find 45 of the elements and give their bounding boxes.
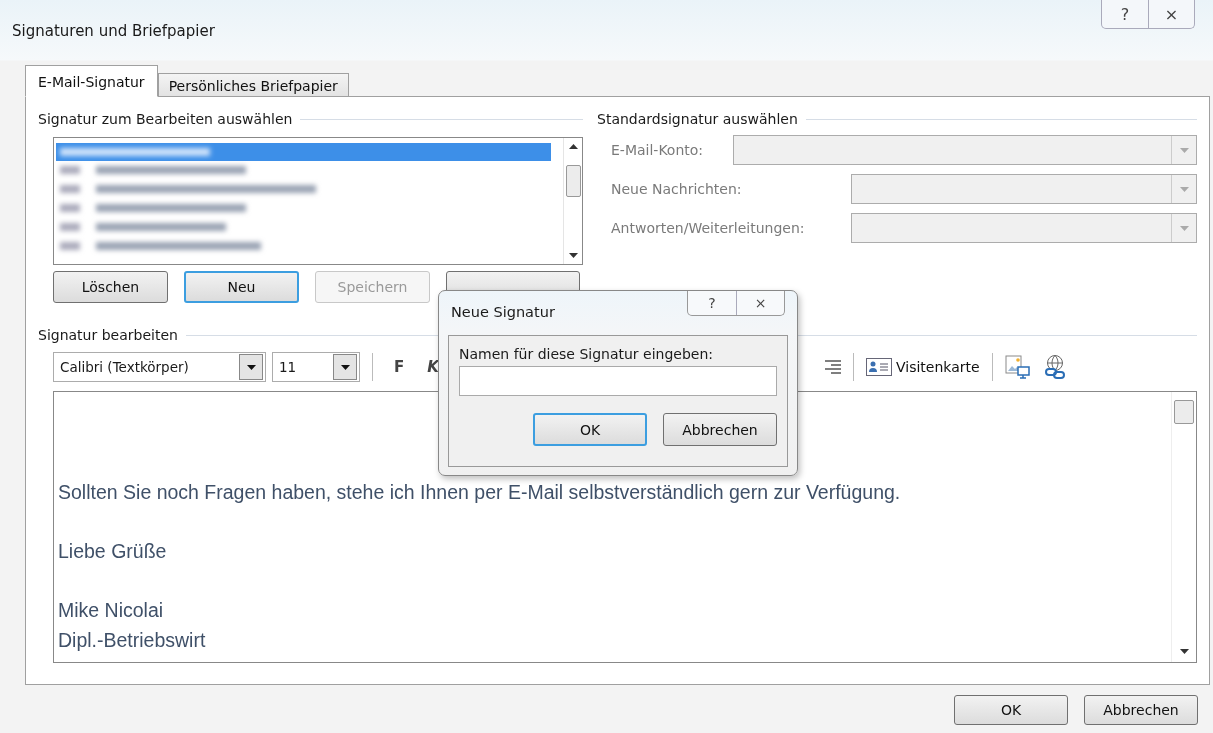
field-label: E-Mail-Konto:: [610, 142, 704, 158]
cancel-button[interactable]: Abbrechen: [663, 413, 777, 446]
field-label: Antworten/Weiterleitungen:: [610, 220, 805, 236]
ok-button[interactable]: OK: [533, 413, 647, 446]
close-button[interactable]: ×: [1148, 0, 1194, 28]
picture-icon[interactable]: [1004, 355, 1031, 379]
help-button[interactable]: ?: [688, 291, 736, 315]
font-size-dropdown[interactable]: 11: [272, 352, 360, 382]
help-button[interactable]: ?: [1102, 0, 1148, 28]
align-right-icon[interactable]: [823, 360, 841, 374]
signature-name-input[interactable]: [459, 366, 777, 396]
dropdown-caret-icon: [340, 364, 350, 370]
cancel-button[interactable]: Abbrechen: [1084, 695, 1198, 725]
signature-text-line: Dipl.-Betriebswirt: [58, 627, 207, 653]
signature-text-line: Mike Nicolai: [58, 598, 165, 623]
field-label: Neue Nachrichten:: [610, 181, 742, 197]
dropdown-caret-icon: [1179, 147, 1189, 153]
business-card-button[interactable]: Visitenkarte: [866, 358, 980, 376]
scrollbar-thumb[interactable]: [1174, 400, 1194, 424]
scroll-down-icon: [1179, 649, 1189, 654]
bold-button[interactable]: F: [385, 357, 413, 377]
delete-button[interactable]: Löschen: [53, 271, 168, 303]
ok-button[interactable]: OK: [954, 695, 1068, 725]
hyperlink-icon[interactable]: [1042, 354, 1067, 380]
new-button[interactable]: Neu: [184, 271, 299, 303]
scroll-up-icon[interactable]: [568, 144, 578, 149]
group-title: Signatur bearbeiten: [38, 327, 178, 343]
signature-text-line: Sollten Sie noch Fragen haben, stehe ich Ihnen per E-Mail selbstverständlich gern zur Verfügung.: [58, 480, 902, 505]
dialog-title: Neue Signatur: [451, 304, 555, 320]
signature-text-line: Liebe Grüße: [58, 539, 168, 564]
business-card-icon: [866, 358, 892, 376]
group-title: Signatur zum Bearbeiten auswählen: [38, 111, 293, 127]
close-button[interactable]: ×: [736, 291, 784, 315]
dropdown-caret-icon: [246, 364, 256, 370]
group-title: Standardsignatur auswählen: [597, 111, 798, 127]
dropdown-caret-icon: [1179, 225, 1189, 231]
window-title: Signaturen und Briefpapier: [12, 22, 215, 40]
tab[interactable]: E-Mail-Signatur: [25, 65, 158, 97]
dropdown-caret-icon: [1179, 186, 1189, 192]
scroll-down-icon: [568, 253, 578, 258]
font-dropdown[interactable]: Calibri (Textkörper): [53, 352, 266, 382]
italic-button[interactable]: K: [419, 357, 447, 377]
field-label: Namen für diese Signatur eingeben:: [459, 346, 715, 362]
scrollbar-thumb[interactable]: [565, 165, 581, 197]
tab[interactable]: Persönliches Briefpapier: [157, 73, 349, 97]
